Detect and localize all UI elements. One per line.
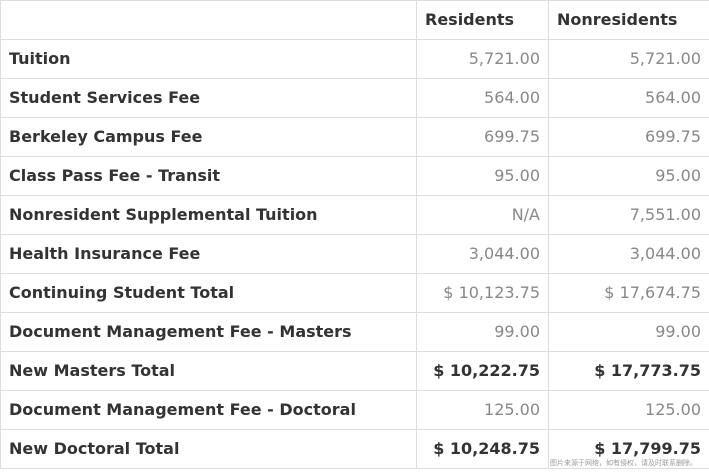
fee-label: Class Pass Fee - Transit [0, 156, 417, 196]
table-row: Student Services Fee 564.00 564.00 [0, 78, 709, 118]
nonresidents-value: $ 17,674.75 [548, 273, 709, 313]
residents-value: 125.00 [416, 390, 549, 430]
table-row: Berkeley Campus Fee 699.75 699.75 [0, 117, 709, 157]
residents-value: N/A [416, 195, 549, 235]
fee-label: Student Services Fee [0, 78, 417, 118]
fee-label: Document Management Fee - Doctoral [0, 390, 417, 430]
header-row: Residents Nonresidents [0, 0, 709, 40]
residents-value: 99.00 [416, 312, 549, 352]
table-row: Class Pass Fee - Transit 95.00 95.00 [0, 156, 709, 196]
fee-label: Continuing Student Total [0, 273, 417, 313]
nonresidents-value: 7,551.00 [548, 195, 709, 235]
nonresidents-value: 564.00 [548, 78, 709, 118]
residents-value: 95.00 [416, 156, 549, 196]
header-label-cell [0, 0, 417, 40]
table-row-total: New Masters Total $ 10,222.75 $ 17,773.7… [0, 351, 709, 391]
nonresidents-value: 125.00 [548, 390, 709, 430]
table-row: Tuition 5,721.00 5,721.00 [0, 39, 709, 79]
nonresidents-value: 699.75 [548, 117, 709, 157]
header-nonresidents: Nonresidents [548, 0, 709, 40]
fee-table: Residents Nonresidents Tuition 5,721.00 … [0, 0, 709, 469]
residents-value: $ 10,123.75 [416, 273, 549, 313]
fee-label: Document Management Fee - Masters [0, 312, 417, 352]
fee-label: Tuition [0, 39, 417, 79]
residents-value: 564.00 [416, 78, 549, 118]
nonresidents-value: 5,721.00 [548, 39, 709, 79]
residents-value: 699.75 [416, 117, 549, 157]
residents-value: 5,721.00 [416, 39, 549, 79]
page: Residents Nonresidents Tuition 5,721.00 … [0, 0, 709, 474]
fee-label: Berkeley Campus Fee [0, 117, 417, 157]
table-row: Continuing Student Total $ 10,123.75 $ 1… [0, 273, 709, 313]
nonresidents-value: 95.00 [548, 156, 709, 196]
nonresidents-value: 3,044.00 [548, 234, 709, 274]
table-row: Health Insurance Fee 3,044.00 3,044.00 [0, 234, 709, 274]
table-row: Document Management Fee - Doctoral 125.0… [0, 390, 709, 430]
fee-label: Health Insurance Fee [0, 234, 417, 274]
residents-value: 3,044.00 [416, 234, 549, 274]
fee-label: Nonresident Supplemental Tuition [0, 195, 417, 235]
fee-label: New Masters Total [0, 351, 417, 391]
residents-total: $ 10,248.75 [416, 429, 549, 469]
header-residents: Residents [416, 0, 549, 40]
table-row: Nonresident Supplemental Tuition N/A 7,5… [0, 195, 709, 235]
residents-total: $ 10,222.75 [416, 351, 549, 391]
nonresidents-total: $ 17,773.75 [548, 351, 709, 391]
table-row: Document Management Fee - Masters 99.00 … [0, 312, 709, 352]
nonresidents-value: 99.00 [548, 312, 709, 352]
fee-label: New Doctoral Total [0, 429, 417, 469]
watermark-text: 图片来源于网络，如有侵权，请及时联系删除。 [550, 459, 697, 467]
